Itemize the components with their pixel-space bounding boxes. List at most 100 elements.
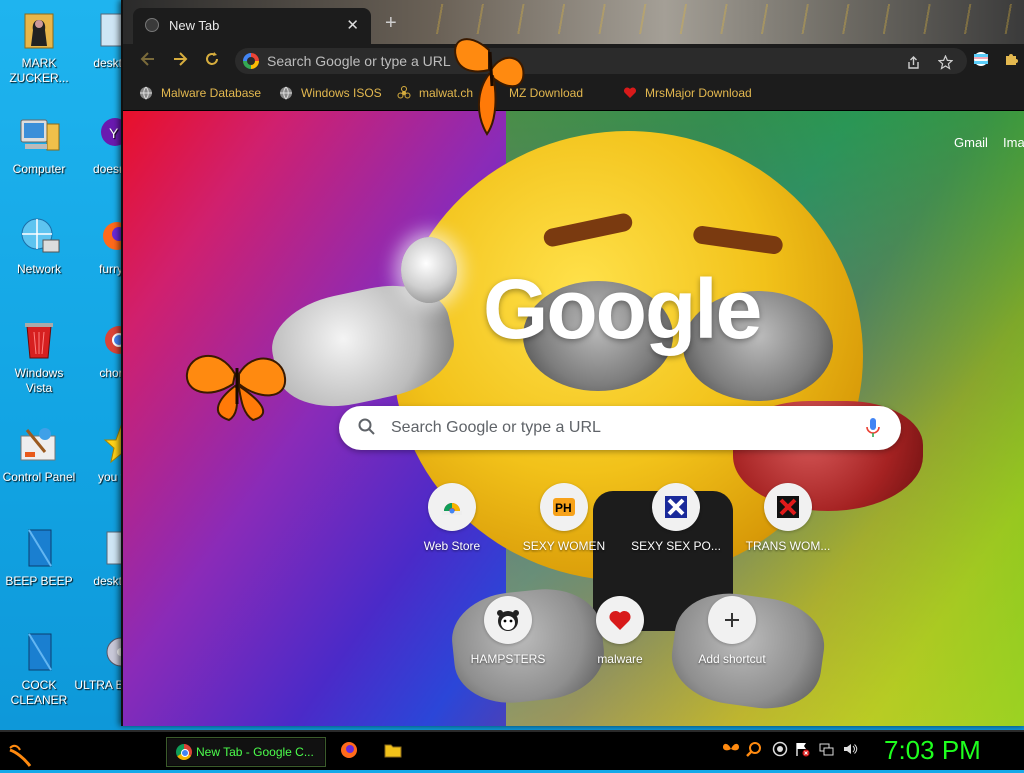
forward-button[interactable] <box>171 50 189 73</box>
gmail-link[interactable]: Gmail <box>954 135 988 150</box>
shortcut-malware[interactable]: malware <box>564 596 676 666</box>
person-folder-icon <box>17 8 61 52</box>
desktop-icon-label: Control Panel <box>2 470 76 484</box>
svg-text:PH: PH <box>555 501 572 515</box>
bookmark-label: MrsMajor Download <box>645 86 752 100</box>
chrome-webstore-icon <box>428 483 476 531</box>
x-blue-icon <box>652 483 700 531</box>
desktop-icon-control-panel[interactable]: Control Panel <box>0 422 78 485</box>
desktop-icon-label: Network <box>16 262 61 276</box>
bookmark-malware-database[interactable]: Malware Database <box>139 86 261 100</box>
google-logo: Google <box>483 262 762 356</box>
shortcut-label: TRANS WOM... <box>745 539 831 553</box>
browser-titlebar: New Tab ✕ + <box>123 0 1024 44</box>
shortcut-hampsters[interactable]: HAMPSTERS <box>452 596 564 666</box>
profile-avatar-icon[interactable] <box>973 51 989 71</box>
action-center-flag-icon[interactable] <box>794 741 810 760</box>
x-red-icon <box>764 483 812 531</box>
desktop-icon-label: Computer <box>12 162 66 176</box>
globe-icon <box>280 86 292 100</box>
address-bar[interactable]: Search Google or type a URL <box>235 48 967 74</box>
svg-text:Y: Y <box>109 125 119 141</box>
microphone-icon[interactable] <box>865 417 881 439</box>
images-link[interactable]: Ima <box>1003 135 1024 150</box>
shortcut-label: Web Store <box>423 539 481 553</box>
biohazard-icon <box>397 86 411 99</box>
ph-icon: PH <box>540 483 588 531</box>
shortcut-label: HAMPSTERS <box>470 652 546 666</box>
taskbar-item-chrome[interactable]: New Tab - Google C... <box>166 737 326 767</box>
address-bar-placeholder: Search Google or type a URL <box>267 53 451 69</box>
shortcut-sexy-sex-po[interactable]: SEXY SEX PO... <box>620 483 732 553</box>
globe-icon <box>140 86 152 100</box>
desktop-icon-label: COCK CLEANER <box>10 678 68 707</box>
desktop-icon-cock-cleaner[interactable]: COCK CLEANER <box>0 630 78 708</box>
taskbar: New Tab - Google C... 7:03 PM <box>0 730 1024 770</box>
hamster-icon <box>484 596 532 644</box>
microphone-prop <box>401 237 457 303</box>
reload-button[interactable] <box>203 50 221 73</box>
desktop-icon-network[interactable]: Network <box>0 214 78 277</box>
desktop-icon-computer[interactable]: Computer <box>0 114 78 177</box>
desktop-icon-label: Windows Vista <box>14 366 64 395</box>
plus-icon <box>708 596 756 644</box>
extensions-puzzle-icon[interactable] <box>1003 51 1019 71</box>
bookmark-label: Windows ISOS <box>301 86 382 100</box>
desktop-icon-mark-zucker[interactable]: MARK ZUCKER... <box>0 8 78 86</box>
chrome-favicon-icon <box>145 18 159 32</box>
bookmarks-bar: Malware Database Windows ISOS malwat.ch … <box>123 78 1024 111</box>
desktop-icon-label: BEEP BEEP <box>5 574 73 588</box>
control-panel-icon <box>17 422 61 466</box>
desktop-icon-beep-beep[interactable]: BEEP BEEP <box>0 526 78 589</box>
new-tab-button[interactable]: + <box>385 12 397 35</box>
shortcut-label: malware <box>597 652 643 666</box>
tab-title: New Tab <box>169 18 220 33</box>
butterfly-tray-icon[interactable] <box>722 741 740 760</box>
browser-toolbar: Search Google or type a URL <box>123 44 1024 78</box>
taskbar-item-label: New Tab - Google C... <box>196 745 314 759</box>
tab-close-button[interactable]: ✕ <box>346 16 359 34</box>
computer-icon <box>17 114 61 158</box>
reload-icon <box>206 52 218 65</box>
ntp-search-box[interactable]: Search Google or type a URL <box>339 406 901 450</box>
bookmark-star-icon[interactable] <box>937 54 954 74</box>
bookmark-windows-isos[interactable]: Windows ISOS <box>279 86 382 100</box>
recycle-bin-icon <box>17 318 61 362</box>
smiley-brow <box>692 224 784 256</box>
shortcut-add-shortcut[interactable]: Add shortcut <box>676 596 788 666</box>
shortcut-sexy-women[interactable]: PH SEXY WOMEN <box>508 483 620 553</box>
forward-arrow-icon <box>174 52 188 66</box>
back-button[interactable] <box>139 50 157 73</box>
shortcut-web-store[interactable]: Web Store <box>396 483 508 553</box>
desktop-icon-label: MARK ZUCKER... <box>9 56 69 85</box>
bookmark-label: Malware Database <box>161 86 262 100</box>
browser-window: New Tab ✕ + Search Google or type a URL <box>121 0 1024 726</box>
firefox-quicklaunch-icon[interactable] <box>340 741 358 759</box>
butterfly-icon <box>185 355 287 422</box>
shortcut-label: SEXY SEX PO... <box>631 539 721 553</box>
search-icon <box>358 418 375 435</box>
network-tray-icon[interactable] <box>818 741 834 760</box>
search-placeholder: Search Google or type a URL <box>391 419 601 436</box>
network-icon <box>17 214 61 258</box>
folder-quicklaunch-icon[interactable] <box>384 741 402 759</box>
record-tray-icon[interactable] <box>772 741 788 760</box>
google-g-icon <box>243 53 259 69</box>
chrome-icon <box>176 744 192 760</box>
shortcut-label: SEXY WOMEN <box>522 539 606 553</box>
tab-new-tab[interactable]: New Tab ✕ <box>133 8 371 44</box>
shortcut-label: Add shortcut <box>698 652 766 666</box>
heart-icon <box>596 596 644 644</box>
start-orb-icon <box>9 744 32 767</box>
search-tray-icon[interactable] <box>746 741 762 760</box>
taskbar-clock[interactable]: 7:03 PM <box>884 735 981 766</box>
start-button[interactable] <box>4 734 40 768</box>
blue-document-icon <box>17 526 61 570</box>
volume-tray-icon[interactable] <box>842 741 858 760</box>
bookmark-mrsmajor-download[interactable]: MrsMajor Download <box>623 86 752 100</box>
desktop-icon-windows-vista[interactable]: Windows Vista <box>0 318 78 396</box>
shortcut-trans-wom[interactable]: TRANS WOM... <box>732 483 844 553</box>
back-arrow-icon <box>140 52 154 66</box>
butterfly-icon <box>454 38 525 136</box>
share-icon[interactable] <box>906 55 921 74</box>
